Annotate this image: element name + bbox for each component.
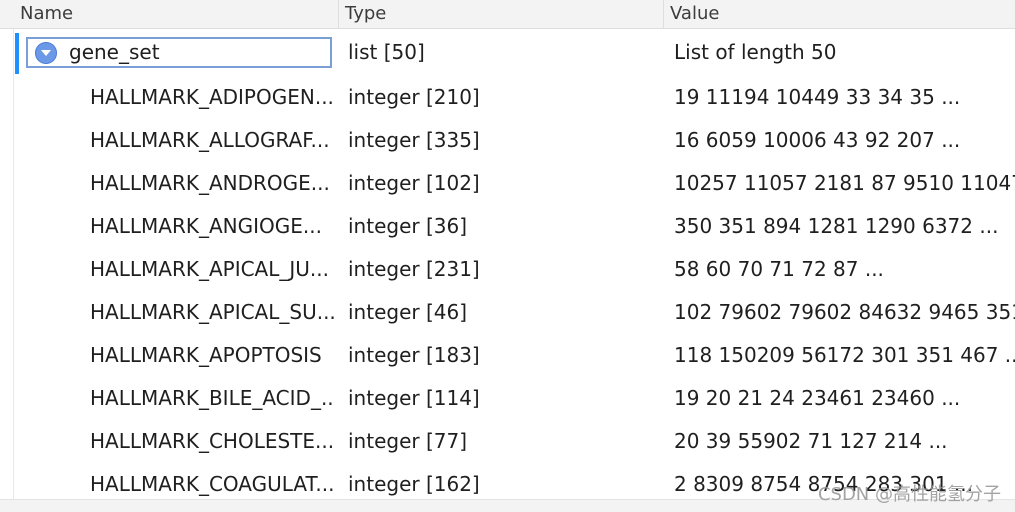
column-header-name[interactable]: Name bbox=[0, 0, 339, 28]
data-viewer: Name Type Value gene_set list [50] List … bbox=[0, 0, 1015, 512]
row-type: list [50] bbox=[348, 40, 425, 64]
column-header-value[interactable]: Value bbox=[664, 0, 1015, 28]
row-value: 16 6059 10006 43 92 207 ... bbox=[674, 128, 961, 152]
row-name: HALLMARK_ALLOGRAF... bbox=[90, 128, 330, 152]
row-type: integer [36] bbox=[348, 214, 468, 238]
table-row[interactable]: HALLMARK_APICAL_JU... integer [231] 58 6… bbox=[0, 248, 1015, 291]
table-row[interactable]: HALLMARK_ANDROGE... integer [102] 10257 … bbox=[0, 162, 1015, 205]
row-type: integer [183] bbox=[348, 343, 480, 367]
row-value: 10257 11057 2181 87 9510 11047 ... bbox=[674, 171, 1015, 195]
table-row[interactable]: HALLMARK_BILE_ACID_... integer [114] 19 … bbox=[0, 377, 1015, 420]
row-type: integer [46] bbox=[348, 300, 468, 324]
row-name: HALLMARK_APOPTOSIS bbox=[90, 343, 322, 367]
row-value: 19 20 21 24 23461 23460 ... bbox=[674, 386, 961, 410]
row-name: gene_set bbox=[69, 40, 160, 64]
column-header-type[interactable]: Type bbox=[339, 0, 664, 28]
table-row[interactable]: HALLMARK_APOPTOSIS integer [183] 118 150… bbox=[0, 334, 1015, 377]
row-name: HALLMARK_BILE_ACID_... bbox=[90, 386, 335, 410]
row-name: HALLMARK_APICAL_SU... bbox=[90, 300, 335, 324]
column-header: Name Type Value bbox=[0, 0, 1015, 29]
chevron-down-circle-icon[interactable] bbox=[35, 42, 57, 64]
row-value: 19 11194 10449 33 34 35 ... bbox=[674, 85, 961, 109]
row-name: HALLMARK_ANDROGE... bbox=[90, 171, 330, 195]
row-name: HALLMARK_ADIPOGEN... bbox=[90, 85, 334, 109]
table-row[interactable]: HALLMARK_APICAL_SU... integer [46] 102 7… bbox=[0, 291, 1015, 334]
row-type: integer [77] bbox=[348, 429, 468, 453]
table-row[interactable]: HALLMARK_CHOLESTE... integer [77] 20 39 … bbox=[0, 420, 1015, 463]
table-row[interactable]: HALLMARK_ANGIOGE... integer [36] 350 351… bbox=[0, 205, 1015, 248]
row-value: List of length 50 bbox=[674, 40, 837, 64]
watermark: CSDN @高性能氢分子 bbox=[817, 484, 1001, 505]
table-row[interactable]: HALLMARK_ADIPOGEN... integer [210] 19 11… bbox=[0, 76, 1015, 119]
row-name: HALLMARK_APICAL_JU... bbox=[90, 257, 329, 281]
row-type: integer [114] bbox=[348, 386, 480, 410]
row-value: 58 60 70 71 72 87 ... bbox=[674, 257, 884, 281]
row-type: integer [102] bbox=[348, 171, 480, 195]
row-value: 102 79602 79602 84632 9465 351 ... bbox=[674, 300, 1015, 324]
table-row[interactable]: HALLMARK_ALLOGRAF... integer [335] 16 60… bbox=[0, 119, 1015, 162]
row-type: integer [231] bbox=[348, 257, 480, 281]
row-value: 118 150209 56172 301 351 467 ... bbox=[674, 343, 1015, 367]
row-name: HALLMARK_CHOLESTE... bbox=[90, 429, 335, 453]
row-type: integer [210] bbox=[348, 85, 480, 109]
row-type: integer [335] bbox=[348, 128, 480, 152]
tree-row-gene-set[interactable]: gene_set list [50] List of length 50 bbox=[0, 31, 1015, 74]
row-value: 20 39 55902 71 127 214 ... bbox=[674, 429, 948, 453]
row-value: 350 351 894 1281 1290 6372 ... bbox=[674, 214, 999, 238]
row-name: HALLMARK_ANGIOGE... bbox=[90, 214, 322, 238]
